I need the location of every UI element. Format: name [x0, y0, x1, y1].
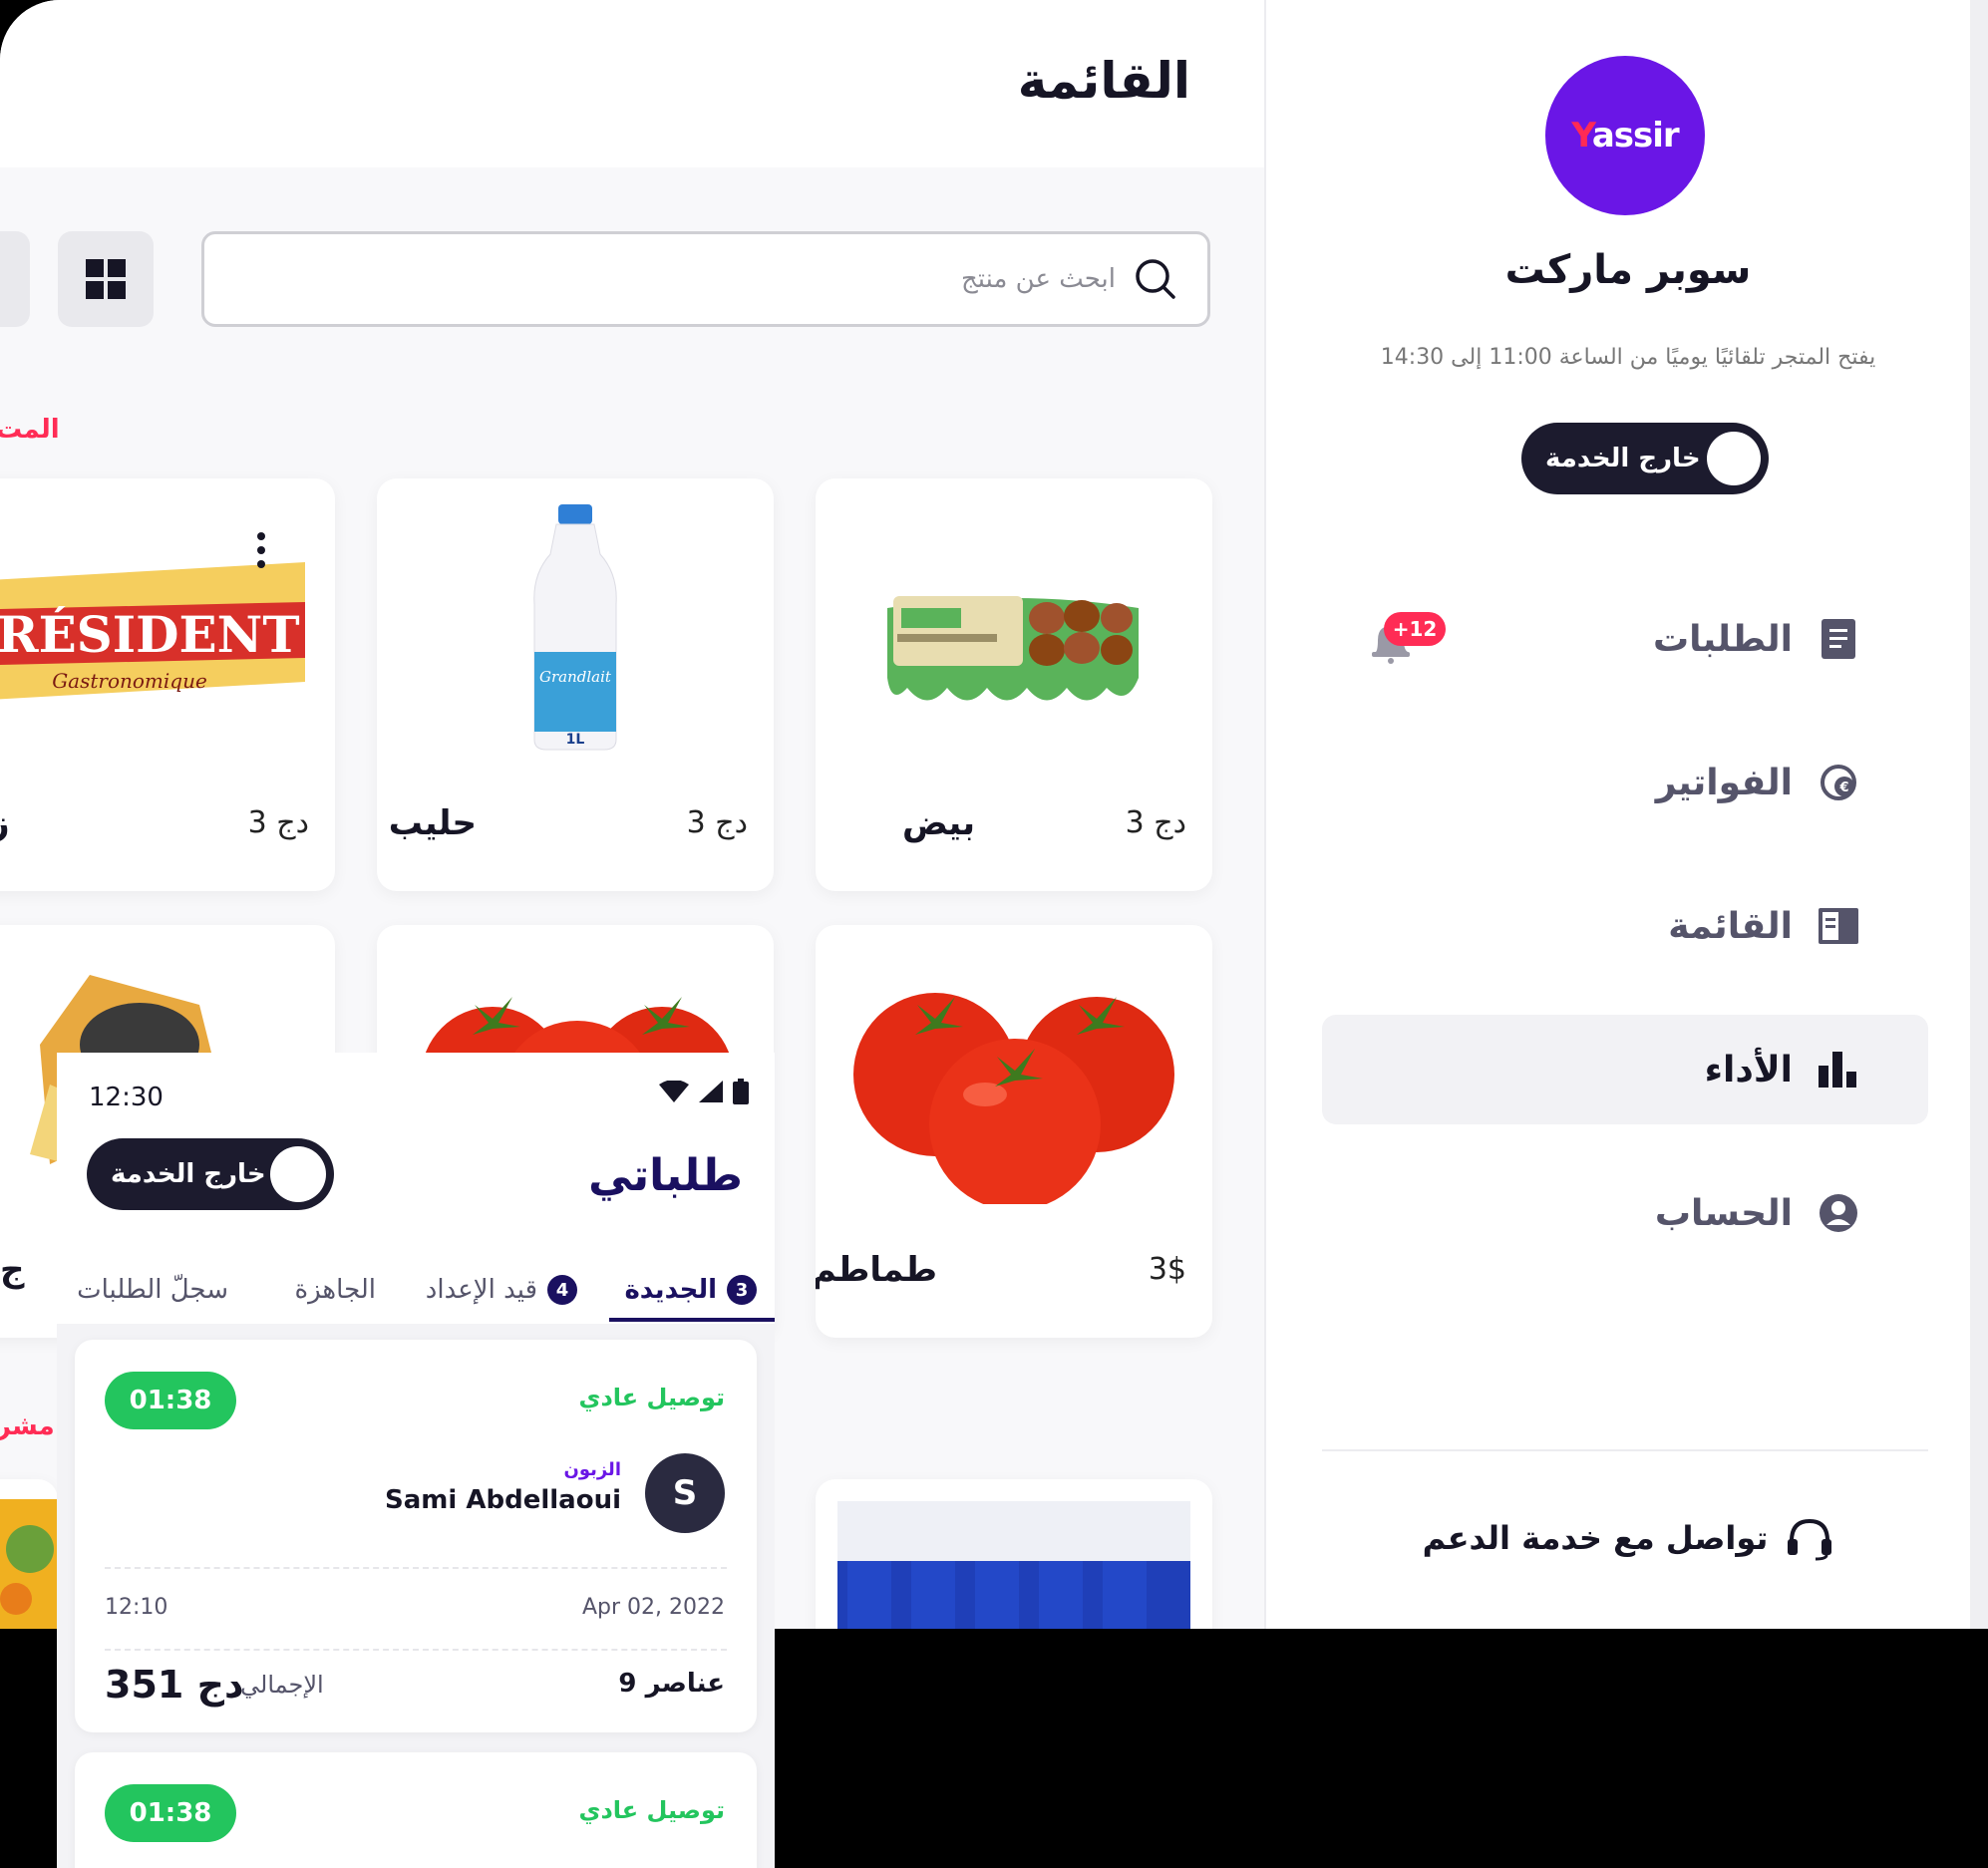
menu-book-icon	[1819, 906, 1858, 946]
coin-icon: €	[1819, 763, 1858, 802]
product-card[interactable]: بيض 3 دج	[816, 478, 1212, 891]
toggle-knob	[270, 1146, 326, 1202]
product-price: 3$	[1148, 1252, 1186, 1287]
headset-icon	[1788, 1518, 1832, 1561]
sidebar-item-label: الفواتير	[1655, 762, 1793, 803]
divider	[105, 1567, 727, 1569]
grid-icon	[86, 259, 126, 299]
sidebar-item-performance[interactable]: الأداء	[1322, 1015, 1928, 1124]
customer-label: الزبون	[563, 1459, 621, 1480]
status-icons	[659, 1079, 749, 1104]
svg-text:€: €	[1838, 780, 1848, 795]
toggle-label: خارج الخدمة	[111, 1159, 266, 1189]
butter-image: PRÉSIDENT Gastronomique	[0, 562, 305, 700]
search-input[interactable]: ابحث عن منتج	[961, 264, 1116, 294]
tomatoes-image	[853, 993, 1174, 1204]
order-timer: 01:38	[105, 1372, 236, 1429]
store-hours: يفتح المتجر تلقائيًا يوميًا من الساعة 11…	[1380, 345, 1876, 370]
tab-history[interactable]: سجلّ الطلبات	[77, 1256, 228, 1324]
sidebar: Yassir سوبر ماركت يفتح المتجر تلقائيًا ي…	[1264, 0, 1988, 1629]
support-label: تواصل مع خدمة الدعم	[1422, 1519, 1769, 1557]
order-total: 351 دج	[105, 1663, 244, 1707]
list-view-button[interactable]	[0, 231, 30, 327]
divider	[105, 1649, 727, 1651]
product-price: 3 دج	[686, 805, 748, 840]
butter-sub: Gastronomique	[52, 669, 207, 693]
product-card[interactable]: طماطم 3$	[816, 925, 1212, 1338]
order-date: Apr 02, 2022	[581, 1595, 725, 1620]
product-card[interactable]: PRÉSIDENT Gastronomique ز 3 دج	[0, 478, 335, 891]
toggle-knob	[1707, 432, 1761, 485]
user-icon	[1819, 1193, 1858, 1233]
service-toggle[interactable]: خارج الخدمة	[87, 1138, 334, 1210]
section-title: مشر	[0, 1411, 55, 1441]
order-time: 12:10	[105, 1595, 168, 1620]
sidebar-item-label: الحساب	[1654, 1192, 1793, 1234]
wifi-icon	[659, 1081, 689, 1102]
tab-preparing[interactable]: قيد الإعداد 4	[426, 1256, 577, 1324]
page-title: القائمة	[1017, 52, 1190, 110]
sidebar-item-label: الأداء	[1704, 1049, 1793, 1090]
eggs-image	[887, 596, 1139, 701]
product-price: 3 دج	[1125, 805, 1186, 840]
order-timer: 01:38	[105, 1784, 236, 1842]
service-toggle[interactable]: خارج الخدمة	[1521, 423, 1769, 494]
store-logo: Yassir	[1545, 56, 1705, 215]
order-tabs: الجديدة 3 قيد الإعداد 4 الجاهزة سجلّ الط…	[57, 1256, 775, 1324]
product-name: حليب	[388, 803, 477, 843]
item-count: 9 عناصر	[618, 1669, 725, 1699]
search-icon	[1136, 259, 1175, 299]
product-price: 3 دج	[247, 805, 309, 840]
order-card[interactable]: 01:38 توصيل عادي	[75, 1752, 757, 1868]
active-tab-indicator	[609, 1318, 775, 1322]
sidebar-item-invoices[interactable]: الفواتير €	[1322, 728, 1928, 837]
device-bezel	[1970, 0, 1988, 1629]
total-label: الإجمالي	[240, 1671, 324, 1699]
signal-icon	[699, 1081, 723, 1102]
support-link[interactable]: تواصل مع خدمة الدعم	[1266, 1515, 1988, 1561]
toggle-label: خارج الخدمة	[1545, 444, 1701, 473]
milk-brand: Grandlait	[539, 668, 612, 686]
battery-icon	[733, 1079, 749, 1104]
tab-count: 4	[547, 1275, 577, 1305]
phone-screen: 12:30 طلباتي خارج الخدمة الجديدة 3 قيد ا…	[57, 1053, 775, 1868]
main-header: القائمة	[0, 0, 1264, 167]
grid-view-button[interactable]	[58, 231, 154, 327]
butter-brand: PRÉSIDENT	[0, 605, 300, 664]
tab-new[interactable]: الجديدة 3	[624, 1256, 757, 1324]
tab-count: 3	[727, 1275, 757, 1305]
store-name: سوبر ماركت	[1504, 247, 1752, 293]
sidebar-item-label: القائمة	[1668, 905, 1793, 947]
product-name: طماطم	[816, 1250, 937, 1290]
product-image	[0, 1499, 58, 1629]
product-card[interactable]	[816, 1479, 1212, 1629]
more-options-icon[interactable]	[255, 530, 267, 574]
customer-name: Sami Abdellaoui	[385, 1485, 621, 1515]
tab-ready[interactable]: الجاهزة	[294, 1256, 376, 1324]
document-icon	[1819, 619, 1858, 659]
sidebar-item-account[interactable]: الحساب	[1322, 1158, 1928, 1268]
bar-chart-icon	[1819, 1050, 1858, 1090]
sidebar-item-label: الطلبات	[1652, 618, 1793, 660]
product-card[interactable]: Grandlait 1L حليب 3 دج	[377, 478, 774, 891]
drinks-image	[837, 1501, 1190, 1629]
product-name: ج	[0, 1250, 25, 1290]
product-name: ز	[0, 803, 10, 843]
avatar: S	[645, 1453, 725, 1533]
order-card[interactable]: 01:38 توصيل عادي S الزبون Sami Abdellaou…	[75, 1340, 757, 1732]
delivery-type: توصيل عادي	[578, 1796, 725, 1824]
sidebar-item-menu[interactable]: القائمة	[1322, 871, 1928, 981]
product-card[interactable]	[0, 1479, 58, 1629]
milk-image: Grandlait 1L	[533, 504, 617, 751]
delivery-type: توصيل عادي	[578, 1384, 725, 1411]
product-search[interactable]: ابحث عن منتج	[201, 231, 1210, 327]
status-time: 12:30	[89, 1083, 164, 1112]
product-name: بيض	[901, 803, 975, 843]
sidebar-item-orders[interactable]: الطلبات	[1322, 584, 1928, 694]
phone-title: طلباتي	[588, 1150, 743, 1201]
section-title: المت	[0, 415, 60, 445]
divider	[1322, 1449, 1928, 1451]
phone-header: 12:30 طلباتي خارج الخدمة الجديدة 3 قيد ا…	[57, 1053, 775, 1324]
milk-volume: 1L	[566, 732, 585, 748]
